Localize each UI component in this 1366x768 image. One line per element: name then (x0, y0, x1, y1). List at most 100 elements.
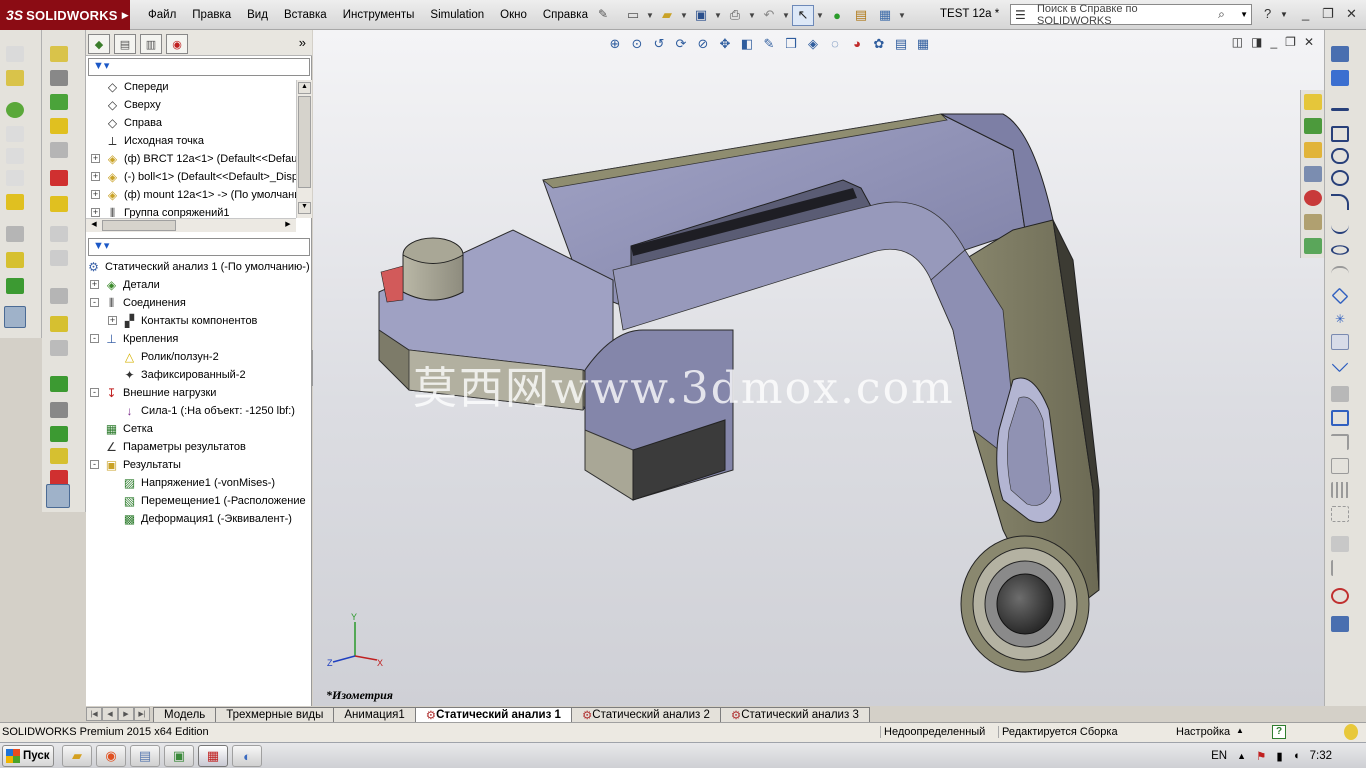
point-icon[interactable]: ✳ (1331, 312, 1349, 328)
rebuild-traffic-light-icon[interactable]: ● (826, 5, 848, 26)
tree-item[interactable]: ⚙ Статический анализ 1 (-По умолчанию-) (86, 258, 312, 276)
spline-icon[interactable] (1331, 218, 1349, 234)
trim-entities-icon[interactable] (1331, 386, 1349, 402)
help-search-input[interactable]: ☰ Поиск в Справке по SOLIDWORKS ⌕ ▼ (1010, 3, 1252, 27)
tree-item[interactable]: ∠ Параметры результатов (86, 438, 312, 456)
tree-item[interactable]: + ⫴ Группа сопряжений1 (86, 204, 312, 218)
minimize-window-icon[interactable]: _ (1302, 6, 1309, 21)
tab-5[interactable]: ⚙ Статический анализ 2 (570, 706, 721, 722)
tree-item[interactable]: - ⫴ Соединения (86, 294, 312, 312)
notepad-taskbar-icon[interactable]: ▤ (130, 745, 160, 767)
report-icon[interactable] (50, 340, 68, 356)
design-insight-icon[interactable] (50, 288, 68, 304)
paint-taskbar-icon[interactable]: ◐ (232, 745, 262, 767)
tree-item[interactable]: ✦ Зафиксированный-2 (86, 366, 312, 384)
tree-item[interactable]: ▩ Деформация1 (-Эквивалент-) (86, 510, 312, 528)
chevron-down-icon[interactable]: ▼ (646, 11, 654, 20)
tree-item[interactable]: ◇ Сверху (86, 96, 312, 114)
firefox-taskbar-icon[interactable]: ◉ (96, 745, 126, 767)
custom-properties-icon[interactable] (1304, 214, 1322, 230)
tree-item[interactable]: + ◈ Детали (86, 276, 312, 294)
collapse-node-icon[interactable]: - (90, 460, 99, 469)
stress-plot-icon[interactable] (50, 402, 68, 418)
tree-item[interactable]: ⟂ Исходная точка (86, 132, 312, 150)
feature-tree-tab-icon[interactable]: ◆ (88, 34, 110, 54)
tree-item[interactable]: ◇ Спереди (86, 78, 312, 96)
smart-fasteners-icon[interactable] (6, 126, 24, 142)
expand-panel-icon[interactable]: » (299, 35, 306, 50)
close-window-icon[interactable]: ✕ (1346, 6, 1357, 22)
move-component-icon[interactable] (6, 148, 24, 164)
menu-edit[interactable]: Правка (184, 9, 239, 21)
fillet-icon[interactable] (1331, 266, 1349, 282)
property-manager-tab-icon[interactable]: ▤ (114, 34, 136, 54)
shell-manager-icon[interactable] (50, 142, 68, 158)
simulation-active-icon[interactable] (46, 484, 70, 508)
line-icon[interactable] (1331, 108, 1349, 111)
tab-6[interactable]: ⚙ Статический анализ 3 (719, 706, 870, 722)
show-hidden-icon[interactable] (6, 170, 24, 186)
menu-view[interactable]: Вид (239, 9, 276, 21)
status-units-settings[interactable]: Настройка (1176, 726, 1230, 738)
scroll-up-icon[interactable]: ▲ (298, 82, 311, 94)
cmd-taskbar-icon[interactable]: ▣ (164, 745, 194, 767)
display-manager-tab-icon[interactable]: ◉ (166, 34, 188, 54)
file-properties-icon[interactable]: ▤ (850, 5, 872, 26)
taskbar-clock[interactable]: 7:32 (1310, 750, 1332, 762)
tree-filter-input[interactable]: ▼▾ (88, 58, 310, 76)
new-document-icon[interactable]: ▭ (622, 5, 644, 26)
tree-item[interactable]: △ Ролик/ползун-2 (86, 348, 312, 366)
tab-1[interactable]: Модель (153, 706, 217, 722)
restore-window-icon[interactable]: ❐ (1322, 6, 1334, 22)
options-icon[interactable]: ▦ (874, 5, 896, 26)
probe-icon[interactable] (50, 426, 68, 442)
deformed-result-icon[interactable] (50, 226, 68, 242)
menu-window[interactable]: Окно (492, 9, 535, 21)
scroll-right-icon[interactable]: ▶ (282, 220, 294, 231)
tree-item[interactable]: ▨ Напряжение1 (-vonMises-) (86, 474, 312, 492)
sketch-icon[interactable] (1331, 46, 1349, 62)
view-palette-icon[interactable] (1304, 166, 1322, 182)
explorer-taskbar-icon[interactable]: ▰ (62, 745, 92, 767)
expand-node-icon[interactable]: + (91, 172, 100, 181)
status-notification-icon[interactable] (1344, 724, 1358, 740)
chevron-down-icon[interactable]: ▼ (816, 11, 824, 20)
tree-item[interactable]: + ◈ (-) boll<1> (Default<<Default>_Display… (86, 168, 312, 186)
quick-snaps-icon[interactable] (1331, 588, 1349, 604)
network-icon[interactable]: ▮ (1276, 749, 1282, 763)
new-motion-study-icon[interactable] (6, 252, 24, 268)
text-icon[interactable] (1331, 355, 1349, 373)
expand-node-icon[interactable]: + (108, 316, 117, 325)
tab-next-icon[interactable]: ▶ (118, 707, 134, 721)
graphics-viewport[interactable]: ⊕ ⊙ ↺ ⟳ ⊘ ✥ ◧ ✎ ❒ ◈ ◌ ◕ ✿ ▤ ▦ ◫ ◨ _ ❐ ✕ (313, 30, 1324, 706)
tree-item[interactable]: ◇ Справа (86, 114, 312, 132)
status-help-icon[interactable]: ? (1272, 725, 1286, 739)
menu-insert[interactable]: Вставка (276, 9, 335, 21)
menu-help[interactable]: Справка (535, 9, 596, 21)
mirror-entities-icon[interactable] (1331, 458, 1349, 474)
design-library-icon[interactable] (1304, 118, 1322, 134)
start-button[interactable]: Пуск (2, 745, 54, 767)
tab-3[interactable]: Анимация1 (333, 706, 416, 722)
scroll-down-icon[interactable]: ▼ (298, 202, 311, 214)
hscroll-thumb[interactable] (102, 220, 176, 231)
linear-sketch-pattern-icon[interactable] (1331, 482, 1349, 498)
chevron-down-icon[interactable]: ▼ (748, 11, 756, 20)
help-search-scope-icon[interactable]: ☰ (1015, 8, 1033, 22)
pin-menu-icon[interactable]: ✎ (598, 7, 608, 21)
feature-tree-vscroll[interactable]: ▲ ▼ (296, 80, 312, 218)
configuration-manager-tab-icon[interactable]: ▥ (140, 34, 162, 54)
rapid-sketch-icon[interactable] (1331, 616, 1349, 632)
tree-item[interactable]: ▦ Сетка (86, 420, 312, 438)
open-folder-icon[interactable]: ▰ (656, 5, 678, 26)
animate-icon[interactable] (50, 448, 68, 464)
search-icon[interactable]: ⌕ (1218, 7, 1236, 22)
run-icon[interactable] (50, 170, 68, 186)
rectangle-icon[interactable] (1331, 126, 1349, 142)
arc-icon[interactable] (1331, 194, 1349, 210)
menu-tools[interactable]: Инструменты (335, 9, 423, 21)
assembly-features-icon[interactable] (6, 194, 24, 210)
chevron-down-icon[interactable]: ▼ (680, 11, 688, 20)
language-indicator[interactable]: EN (1211, 750, 1227, 762)
smart-dimension-icon[interactable] (1331, 70, 1349, 86)
